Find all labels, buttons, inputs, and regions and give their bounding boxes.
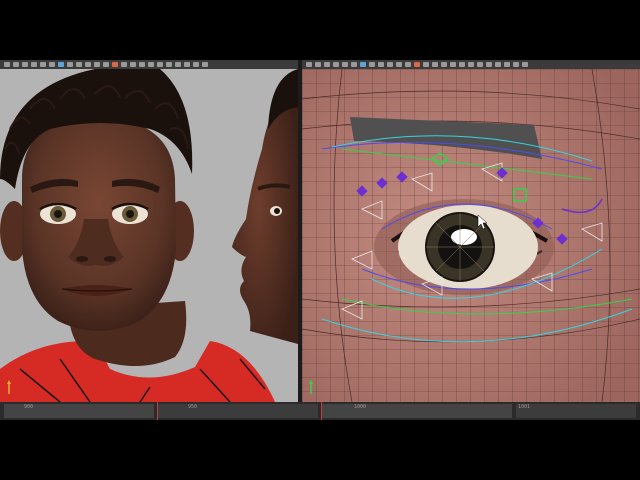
camera-icon[interactable]: [306, 62, 312, 67]
resolution-gate-icon[interactable]: [139, 62, 145, 67]
xray-icon[interactable]: [423, 62, 429, 67]
film-gate-icon[interactable]: [148, 62, 154, 67]
resolution-gate-icon[interactable]: [441, 62, 447, 67]
texture-icon[interactable]: [76, 62, 82, 67]
letterbox-bottom: [0, 420, 640, 480]
scale-icon[interactable]: [342, 62, 348, 67]
timeline-track-right[interactable]: [322, 404, 512, 418]
panel-layout-icon[interactable]: [202, 62, 208, 67]
safe-action-icon[interactable]: [166, 62, 172, 67]
gamma-icon[interactable]: [175, 62, 181, 67]
axis-indicator-icon: [309, 380, 313, 394]
viewport-eye-rig[interactable]: [302, 69, 640, 402]
right-pupil: [126, 210, 134, 218]
isolate-icon[interactable]: [414, 62, 420, 67]
viewport-toolbar-right[interactable]: [302, 60, 640, 69]
exposure-icon[interactable]: [486, 62, 492, 67]
ao-icon[interactable]: [103, 62, 109, 67]
timeline-tick-label: 950: [188, 404, 198, 410]
viewport-front-render[interactable]: [0, 69, 298, 402]
move-icon[interactable]: [22, 62, 28, 67]
camera-attributes-icon[interactable]: [522, 62, 528, 67]
texture-icon[interactable]: [378, 62, 384, 67]
playhead-secondary[interactable]: [321, 402, 322, 420]
left-pupil: [54, 210, 62, 218]
shadow-icon[interactable]: [396, 62, 402, 67]
ao-icon[interactable]: [405, 62, 411, 67]
shaded-icon[interactable]: [67, 62, 73, 67]
panel-layout-icon[interactable]: [504, 62, 510, 67]
timeline-tick-label: 1000: [354, 404, 367, 410]
eye-highlight: [451, 229, 477, 245]
joint-xray-icon[interactable]: [432, 62, 438, 67]
wireframe-icon[interactable]: [360, 62, 366, 67]
field-chart-icon[interactable]: [459, 62, 465, 67]
rotate-icon[interactable]: [31, 62, 37, 67]
timeline-end[interactable]: [516, 404, 636, 418]
profile-pupil: [274, 208, 280, 214]
timeline[interactable]: 900 950 1000 1001: [0, 402, 640, 420]
safe-action-icon[interactable]: [468, 62, 474, 67]
playhead[interactable]: [157, 402, 158, 420]
letterbox-top: [0, 0, 640, 60]
scale-icon[interactable]: [40, 62, 46, 67]
grid-icon[interactable]: [49, 62, 55, 67]
shadow-icon[interactable]: [94, 62, 100, 67]
select-icon[interactable]: [315, 62, 321, 67]
timeline-range[interactable]: [158, 404, 318, 418]
light-icon[interactable]: [85, 62, 91, 67]
select-icon[interactable]: [13, 62, 19, 67]
wireframe-icon[interactable]: [58, 62, 64, 67]
camera-icon[interactable]: [4, 62, 10, 67]
film-gate-icon[interactable]: [450, 62, 456, 67]
left-nostril: [76, 256, 88, 262]
shaded-icon[interactable]: [369, 62, 375, 67]
front-face-render-icon: [0, 69, 298, 402]
timeline-tick-label: 1001: [518, 404, 531, 410]
grid-icon[interactable]: [351, 62, 357, 67]
xray-icon[interactable]: [121, 62, 127, 67]
profile-head: [232, 89, 298, 344]
gamma-icon[interactable]: [477, 62, 483, 67]
move-icon[interactable]: [324, 62, 330, 67]
joint-xray-icon[interactable]: [130, 62, 136, 67]
exposure-icon[interactable]: [184, 62, 190, 67]
viewport-toolbar-left[interactable]: [0, 60, 298, 69]
light-icon[interactable]: [387, 62, 393, 67]
timeline-tick-label: 900: [24, 404, 34, 410]
rotate-icon[interactable]: [333, 62, 339, 67]
eye-rig-icon: [302, 69, 640, 402]
right-nostril: [104, 256, 116, 262]
isolate-icon[interactable]: [112, 62, 118, 67]
field-chart-icon[interactable]: [157, 62, 163, 67]
axis-indicator-icon: [7, 380, 11, 394]
color-space-icon[interactable]: [193, 62, 199, 67]
hud-icon[interactable]: [513, 62, 519, 67]
color-space-icon[interactable]: [495, 62, 501, 67]
